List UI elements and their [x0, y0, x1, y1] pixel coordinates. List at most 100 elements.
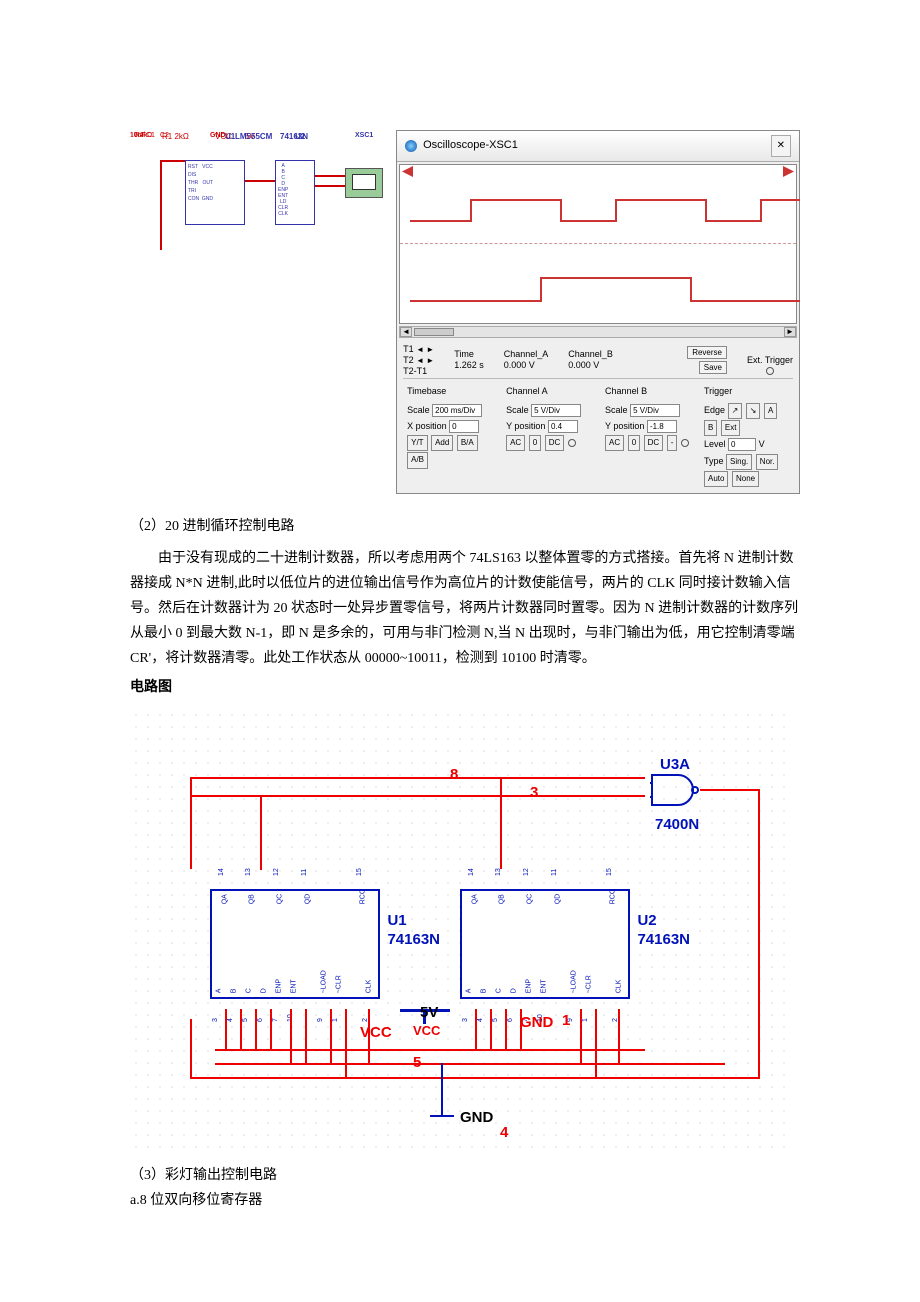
- time-val: 1.262 s: [454, 360, 484, 370]
- cursor-readout: T1 ◄ ► T2 ◄ ► T2-T1 Time 1.262 s Channel…: [403, 342, 793, 379]
- none-button[interactable]: None: [732, 471, 759, 487]
- control-row: Timebase Scale X position Y/T Add B/A A/…: [403, 381, 793, 489]
- a-0-button[interactable]: 0: [529, 435, 541, 451]
- add-button[interactable]: Add: [431, 435, 453, 451]
- c2-label: C2: [160, 130, 169, 143]
- t2t1-label: T2-T1: [403, 366, 427, 376]
- a-ypos-label: Y position: [506, 421, 545, 431]
- gnd-label-bottom: GND: [460, 1104, 493, 1131]
- u3-part: 7400N: [655, 811, 699, 838]
- close-icon[interactable]: ✕: [771, 135, 791, 157]
- ba-button[interactable]: B/A: [457, 435, 478, 451]
- auto-button[interactable]: Auto: [704, 471, 728, 487]
- channel-b-group: Channel B Scale Y position AC 0 DC -: [601, 381, 694, 489]
- save-button[interactable]: Save: [699, 361, 727, 374]
- timebase-group: Timebase Scale X position Y/T Add B/A A/…: [403, 381, 496, 489]
- edge-fall-button[interactable]: ↘: [746, 403, 761, 419]
- ext-trigger-radio[interactable]: [766, 367, 774, 375]
- trigger-group: Trigger Edge ↗ ↘ A B Ext Level V Type Si…: [700, 381, 793, 489]
- a-ac-button[interactable]: AC: [506, 435, 525, 451]
- cursor-left-icon[interactable]: [402, 166, 413, 177]
- nor-button[interactable]: Nor.: [756, 454, 779, 470]
- a-scale-input[interactable]: [531, 404, 581, 417]
- gnd-icon: [430, 1107, 454, 1125]
- b-0-button[interactable]: 0: [628, 435, 640, 451]
- u2-part: 74163N: [280, 130, 308, 144]
- gnd-small: GND: [210, 130, 226, 143]
- b-scale-label: Scale: [605, 405, 628, 415]
- net-5: 5: [413, 1049, 421, 1076]
- level-unit: V: [759, 439, 765, 449]
- b-scale-input[interactable]: [630, 404, 680, 417]
- type-label: Type: [704, 456, 724, 466]
- level-input[interactable]: [728, 438, 756, 451]
- b-ypos-label: Y position: [605, 421, 644, 431]
- scope-scrollbar[interactable]: ◄ ►: [399, 326, 797, 338]
- scale-label: Scale: [407, 405, 430, 415]
- b-coupling-radio[interactable]: [681, 439, 689, 447]
- u1-part: LM555CM: [235, 130, 272, 144]
- ic-u1-555: RST VCCDISTHR OUTTRICON GND: [185, 160, 245, 225]
- timebase-label: Timebase: [407, 383, 492, 399]
- a-coupling-radio[interactable]: [568, 439, 576, 447]
- scope-titlebar: Oscilloscope-XSC1 ✕: [397, 131, 799, 162]
- section-3-label: （3）彩灯输出控制电路: [130, 1163, 800, 1188]
- trigger-hdr: Trigger: [704, 383, 789, 399]
- t2-label: T2: [403, 355, 414, 365]
- b-dc-button[interactable]: DC: [644, 435, 664, 451]
- cha-val: 0.000 V: [504, 360, 535, 370]
- reverse-button[interactable]: Reverse: [687, 346, 727, 359]
- section-3a-label: a.8 位双向移位寄存器: [130, 1188, 800, 1213]
- vcc-label-small: VCC: [413, 1019, 440, 1042]
- paragraph-1: 由于没有现成的二十进制计数器，所以考虑用两个 74LS163 以整体置零的方式搭…: [130, 546, 800, 672]
- edge-b-button[interactable]: B: [704, 420, 717, 436]
- net-8: 8: [450, 761, 458, 788]
- b-ypos-input[interactable]: [647, 420, 677, 433]
- ic-u1: 1413121115 QAQBQCQDRCO ABCDENPENT~LOAD~C…: [210, 889, 380, 999]
- u1-label: U1: [225, 130, 235, 144]
- scope-display: [399, 164, 797, 324]
- section-2-label: （2）20 进制循环控制电路: [130, 514, 800, 539]
- schematic-555: VCC 5V R1 2kΩ R2 17.4kΩ C1 10uF C2 10nF …: [130, 130, 386, 310]
- scope-controls: T1 ◄ ► T2 ◄ ► T2-T1 Time 1.262 s Channel…: [397, 338, 799, 493]
- scroll-left-icon[interactable]: ◄: [400, 327, 412, 337]
- yt-button[interactable]: Y/T: [407, 435, 427, 451]
- net-1: 1: [562, 1007, 570, 1034]
- schematic-counter: 8 3 U3A 7400N 1413121115 QAQBQCQDRCO ABC…: [130, 709, 790, 1149]
- a-dc-button[interactable]: DC: [545, 435, 565, 451]
- level-label: Level: [704, 439, 726, 449]
- b-dash-button[interactable]: -: [667, 435, 678, 451]
- sing-button[interactable]: Sing.: [726, 454, 752, 470]
- edge-rise-button[interactable]: ↗: [728, 403, 743, 419]
- tb-scale-input[interactable]: [432, 404, 482, 417]
- ext-trigger-label: Ext. Trigger: [747, 355, 793, 365]
- xpos-label: X position: [407, 421, 447, 431]
- ab-button[interactable]: A/B: [407, 452, 428, 468]
- edge-ext-button[interactable]: Ext: [721, 420, 741, 436]
- chb-label: Channel_B: [568, 349, 613, 359]
- chb-val: 0.000 V: [568, 360, 599, 370]
- scope-title-text: Oscilloscope-XSC1: [423, 136, 518, 156]
- scroll-right-icon[interactable]: ►: [784, 327, 796, 337]
- a-ypos-input[interactable]: [548, 420, 578, 433]
- channel-a-group: Channel A Scale Y position AC 0 DC: [502, 381, 595, 489]
- edge-a-button[interactable]: A: [764, 403, 777, 419]
- gnd-label-right: GND: [520, 1009, 553, 1036]
- net-4: 4: [500, 1119, 508, 1146]
- c1-label: C1: [146, 130, 155, 143]
- c2v-label: 10nF: [130, 130, 146, 143]
- figure-row: VCC 5V R1 2kΩ R2 17.4kΩ C1 10uF C2 10nF …: [130, 130, 800, 494]
- time-label: Time: [454, 349, 474, 359]
- scroll-thumb[interactable]: [414, 328, 454, 336]
- b-ac-button[interactable]: AC: [605, 435, 624, 451]
- net-3: 3: [530, 779, 538, 806]
- xsc-label: XSC1: [355, 130, 373, 143]
- t1-label: T1: [403, 344, 414, 354]
- xpos-input[interactable]: [449, 420, 479, 433]
- scope-app-icon: [405, 140, 417, 152]
- nand-gate-icon: [650, 773, 700, 807]
- u2-big-label: U274163N: [637, 911, 690, 950]
- a-scale-label: Scale: [506, 405, 529, 415]
- vcc-label-big: VCC: [360, 1019, 392, 1046]
- cursor-right-icon[interactable]: [783, 166, 794, 177]
